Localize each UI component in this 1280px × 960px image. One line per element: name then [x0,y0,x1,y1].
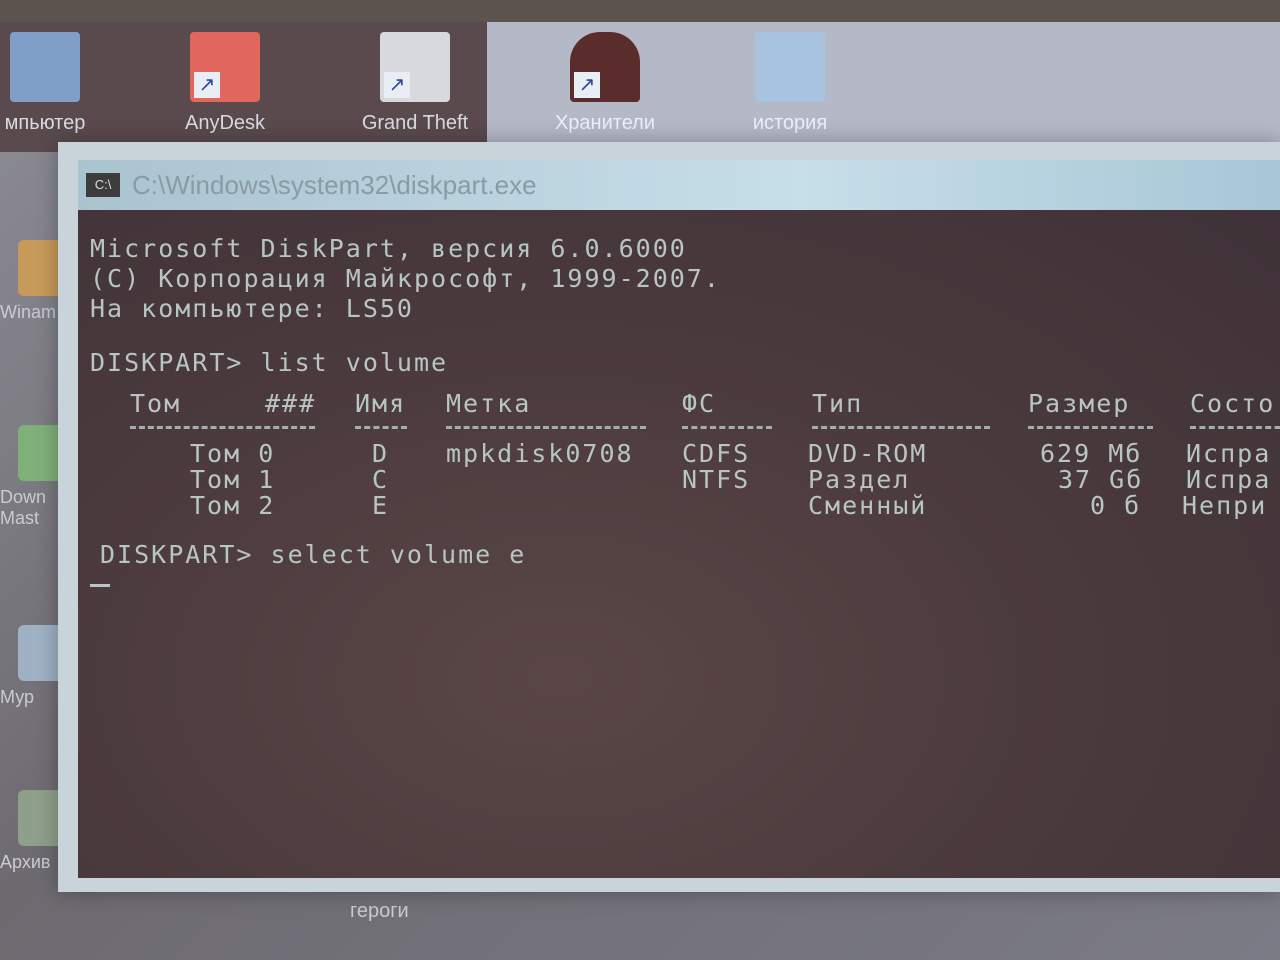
cell-status: Непри [1182,491,1268,520]
column-rule [130,426,315,432]
icon-label: Хранители [554,112,656,134]
title-bar[interactable]: C:\ C:\Windows\system32\diskpart.exe [78,160,1280,210]
col-header: Том [130,389,182,418]
cell-status: Испра [1186,439,1272,468]
cell-type: DVD-ROM [808,439,928,468]
icon-label: мпьютер [4,112,86,134]
cell-size: 37 Gб [1058,465,1144,494]
anydesk-icon: ↗ [190,32,260,102]
column-rule [1190,426,1280,432]
cell-fs: CDFS [682,439,751,468]
window-title: C:\Windows\system32\diskpart.exe [132,169,537,200]
history-icon [755,32,825,102]
desktop-icon-computer[interactable]: мпьютер [0,32,100,135]
column-rule [355,426,407,432]
console-output[interactable]: Microsoft DiskPart, версия 6.0.6000 (C) … [78,210,1280,878]
cell-status: Испра [1186,465,1272,494]
column-rule [812,426,990,432]
cell-type: Сменный [808,491,928,520]
cell-letter: E [372,491,390,520]
gta-icon: ↗ [380,32,450,102]
cell-volume: Том 2 [190,491,276,520]
icon-label: Архив [0,852,51,872]
command-select-volume: DISKPART> select volume e [100,540,527,569]
column-rule [446,426,646,432]
desktop-icon-history[interactable]: история [735,32,845,135]
icon-label: история [752,112,828,134]
cell-letter: D [372,439,390,468]
cell-type: Раздел [808,465,911,494]
cell-size: 0 б [1090,491,1142,520]
desktop-icon-anydesk[interactable]: ↗ AnyDesk [170,32,280,135]
col-header: Тип [812,389,864,418]
icon-label: AnyDesk [184,112,266,134]
command-list-volume: DISKPART> list volume [90,348,449,377]
icon-label: Winam [0,302,57,322]
icon-label: Мур [0,687,35,707]
cell-label: mpkdisk0708 [446,439,634,468]
cell-volume: Том 1 [190,465,276,494]
col-header: Метка [446,389,532,418]
col-header: Имя [355,389,407,418]
column-rule [1028,426,1153,432]
computer-icon [10,32,80,102]
column-rule [682,426,772,432]
desktop-icon-label-bottom: героги [350,900,409,922]
col-header: ### [265,389,317,418]
cell-fs: NTFS [682,465,751,494]
volume-table: Том ### Имя Метка ФС Тип Размер Состо То… [90,390,1280,540]
header-line: На компьютере: LS50 [90,294,414,323]
cell-letter: C [372,465,390,494]
icon-label: Grand Theft [361,112,469,134]
keepers-icon: ↗ [570,32,640,102]
diskpart-window[interactable]: C:\ C:\Windows\system32\diskpart.exe Mic… [58,142,1280,892]
col-header: Состо [1190,389,1276,418]
console-icon: C:\ [86,173,120,197]
col-header: Размер [1028,389,1131,418]
header-line: (C) Корпорация Майкрософт, 1999-2007. [90,264,721,293]
cell-size: 629 Мб [1040,439,1143,468]
icon-label: Down Mast [0,487,47,528]
cell-volume: Том 0 [190,439,276,468]
desktop-icon-gta[interactable]: ↗ Grand Theft [360,32,470,135]
col-header: ФС [682,389,717,418]
screen-top-edge [0,0,1280,22]
text-cursor [90,584,110,587]
desktop-icon-keepers[interactable]: ↗ Хранители [550,32,660,135]
header-line: Microsoft DiskPart, версия 6.0.6000 [90,234,687,263]
